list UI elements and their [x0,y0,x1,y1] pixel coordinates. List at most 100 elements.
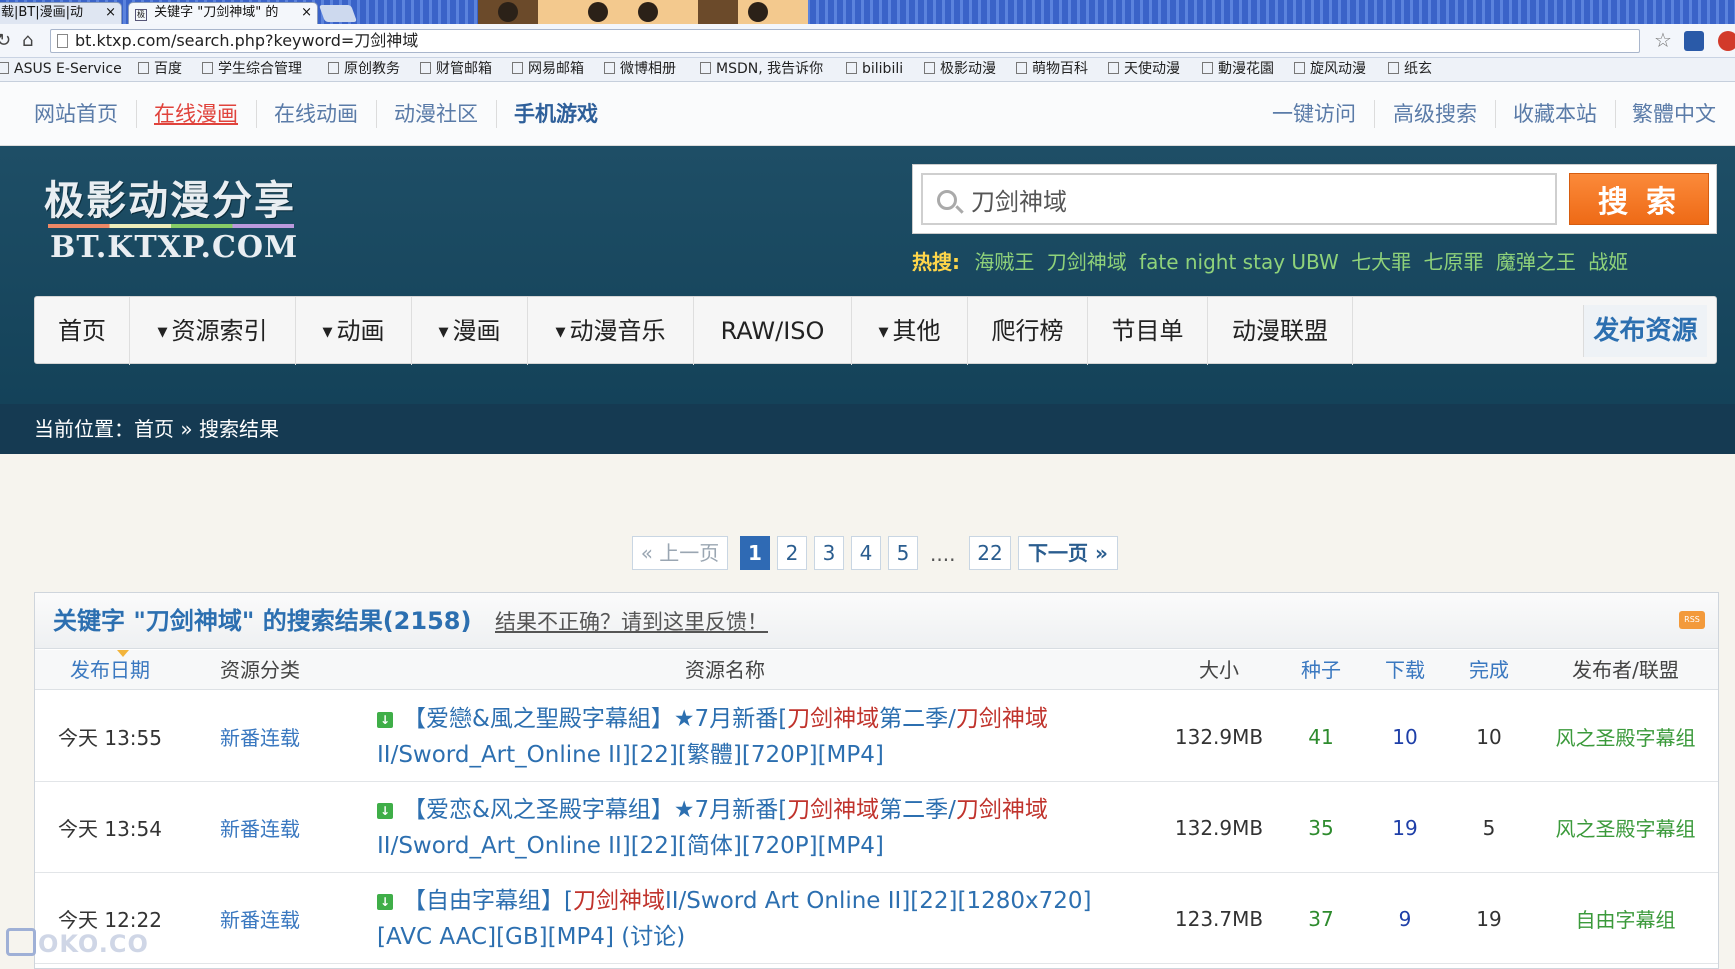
home-icon[interactable]: ⌂ [22,30,33,51]
site-logo-cn[interactable]: 极影动漫分享 [44,168,296,226]
col-downloads[interactable]: 下载 [1363,650,1447,690]
page-2-button[interactable]: 2 [777,536,807,570]
hot-search-link[interactable]: 刀剑神域 [1047,250,1127,274]
adblock-icon[interactable] [1718,31,1735,51]
row-category-link[interactable]: 新番连载 [185,873,335,964]
hot-search-link[interactable]: 七原罪 [1424,250,1484,274]
mainnav-ranking[interactable]: 爬行榜 [968,297,1088,365]
hot-search-link[interactable]: 魔弹之王 [1496,250,1576,274]
bookmark-item[interactable]: 萌物百科 [1016,58,1088,80]
bookmark-item[interactable]: ASUS E-Service [0,58,122,80]
hot-search-link[interactable]: 战姬 [1588,250,1628,274]
topnav-online-manga-link[interactable]: 在线漫画 [154,82,238,146]
bookmark-item[interactable]: 百度 [138,58,182,80]
browser-tab-1[interactable]: 载|BT|漫画|动 × [0,2,122,24]
mainnav-anime[interactable]: ▼ 动画 [296,297,412,365]
tab-close-icon[interactable]: × [301,3,312,23]
site-logo-en[interactable]: BT.KTXP.COM [50,230,298,265]
row-size: 123.7MB [1174,906,1264,931]
site-icon [202,62,213,74]
bookmark-item[interactable]: MSDN, 我告诉你 [700,58,823,80]
topnav-online-anime-link[interactable]: 在线动画 [274,82,358,146]
bookmark-star-icon[interactable]: ☆ [1654,28,1672,52]
hot-search-link[interactable]: fate night stay UBW [1139,250,1339,274]
topnav-community-link[interactable]: 动漫社区 [394,82,478,146]
download-icon[interactable]: ↓ [377,711,393,728]
bookmark-item[interactable]: 财管邮箱 [420,58,492,80]
rss-icon[interactable]: RSS [1679,611,1705,629]
col-size[interactable]: 大小 [1159,650,1279,690]
bookmark-item[interactable]: 旋风动漫 [1294,58,1366,80]
page-3-button[interactable]: 3 [814,536,844,570]
row-publisher-link[interactable]: 风之圣殿字幕组 [1531,691,1718,782]
tab-close-icon[interactable]: × [105,3,116,23]
bookmark-item[interactable]: 原创教务 [328,58,400,80]
weibo-icon [604,62,615,74]
row-completed: 5 [1482,815,1496,840]
col-publisher: 发布者/联盟 [1572,658,1679,682]
bookmark-item[interactable]: 极影动漫 [924,58,996,80]
keyword-highlight: 刀剑神域 [572,887,665,914]
topnav-bookmark-site-link[interactable]: 收藏本站 [1513,82,1597,146]
mainnav-anime-music[interactable]: ▼ 动漫音乐 [528,297,694,365]
search-results-panel: 关键字 "刀剑神域" 的搜索结果(2158) 结果不正确？请到这里反馈！ RSS… [34,592,1719,969]
mainnav-alliance[interactable]: 动漫联盟 [1208,297,1353,365]
row-title-link[interactable]: ↓ 【自由字幕组】[刀剑神域II/Sword Art Online II][22]… [377,873,1137,964]
topnav-mobile-games-link[interactable]: 手机游戏 [514,82,598,146]
keyword-highlight: 刀剑神域 [955,705,1048,732]
new-tab-button[interactable] [318,5,358,22]
prev-page-button[interactable]: « 上一页 [632,536,728,570]
row-completed: 10 [1476,724,1502,749]
download-icon[interactable]: ↓ [377,802,393,819]
col-seeds[interactable]: 种子 [1279,650,1363,690]
bookmark-item[interactable]: 天使动漫 [1108,58,1180,80]
page-last-button[interactable]: 22 [969,536,1011,570]
url-text: bt.ktxp.com/search.php?keyword=刀剑神域 [75,31,419,50]
search-input[interactable] [921,173,1557,225]
address-toolbar: ↻ ⌂ bt.ktxp.com/search.php?keyword=刀剑神域 … [0,24,1735,58]
mainnav-home[interactable]: 首页 [35,297,130,365]
site-header: 极影动漫分享 BT.KTXP.COM 搜索 热搜: 海贼王 刀剑神域 fate … [0,146,1735,404]
row-title-link[interactable]: ↓ 【爱戀&風之聖殿字幕組】★7月新番[刀剑神域第二季/刀剑神域II/Sword_… [377,691,1137,782]
table-row: 今天 12:22 新番连载 ↓ 【自由字幕组】[刀剑神域II/Sword Art … [35,873,1718,964]
page-4-button[interactable]: 4 [851,536,881,570]
feedback-link[interactable]: 结果不正确？请到这里反馈！ [495,593,768,651]
download-icon[interactable]: ↓ [377,893,393,910]
col-completed[interactable]: 完成 [1447,650,1531,690]
page-5-button[interactable]: 5 [888,536,918,570]
topnav-advanced-search-link[interactable]: 高级搜索 [1393,82,1477,146]
main-nav: 首页 ▼ 资源索引 ▼ 动画 ▼ 漫画 ▼ 动漫音乐 RAW/ISO ▼ 其他 爬行榜 节… [34,296,1717,365]
bookmark-item[interactable]: bilibili [846,58,903,80]
mainnav-manga[interactable]: ▼ 漫画 [412,297,528,365]
col-date[interactable]: 发布日期 [35,650,185,690]
search-button[interactable]: 搜索 [1569,173,1709,225]
bookmark-item[interactable]: 纸玄 [1388,58,1432,80]
bookmark-item[interactable]: 微博相册 [604,58,676,80]
topnav-quick-visit-link[interactable]: 一键访问 [1272,82,1356,146]
mainnav-schedule[interactable]: 节目单 [1088,297,1208,365]
hot-search-link[interactable]: 七大罪 [1351,250,1411,274]
publish-resource-button[interactable]: 发布资源 [1583,305,1707,357]
mainnav-other[interactable]: ▼ 其他 [852,297,968,365]
topnav-home-link[interactable]: 网站首页 [34,82,118,146]
url-bar[interactable]: bt.ktxp.com/search.php?keyword=刀剑神域 [50,29,1640,53]
bookmark-item[interactable]: 学生综合管理 [202,58,302,80]
row-title-link[interactable]: ↓ 【爱恋&风之圣殿字幕组】★7月新番[刀剑神域第二季/刀剑神域II/Sword_… [377,782,1137,873]
extension-icon[interactable] [1684,31,1704,51]
browser-tab-2-active[interactable]: 极 关键字 "刀剑神域" 的 × [128,2,318,24]
reload-icon[interactable]: ↻ [0,30,11,51]
search-icon [937,190,957,210]
topnav-traditional-chinese-link[interactable]: 繁體中文 [1632,82,1716,146]
page-1-button[interactable]: 1 [740,536,770,570]
row-publisher-link[interactable]: 风之圣殿字幕组 [1531,782,1718,873]
row-publisher-link[interactable]: 自由字幕组 [1531,873,1718,964]
row-category-link[interactable]: 新番连载 [185,782,335,873]
bookmark-item[interactable]: 動漫花園 [1202,58,1274,80]
bookmark-item[interactable]: 网易邮箱 [512,58,584,80]
row-category-link[interactable]: 新番连载 [185,691,335,782]
next-page-button[interactable]: 下一页 » [1018,536,1118,570]
mainnav-resource-index[interactable]: ▼ 资源索引 [130,297,296,365]
results-title: 关键字 "刀剑神域" 的搜索结果(2158) [53,607,472,635]
mainnav-raw-iso[interactable]: RAW/ISO [694,297,852,365]
hot-search-link[interactable]: 海贼王 [974,250,1034,274]
